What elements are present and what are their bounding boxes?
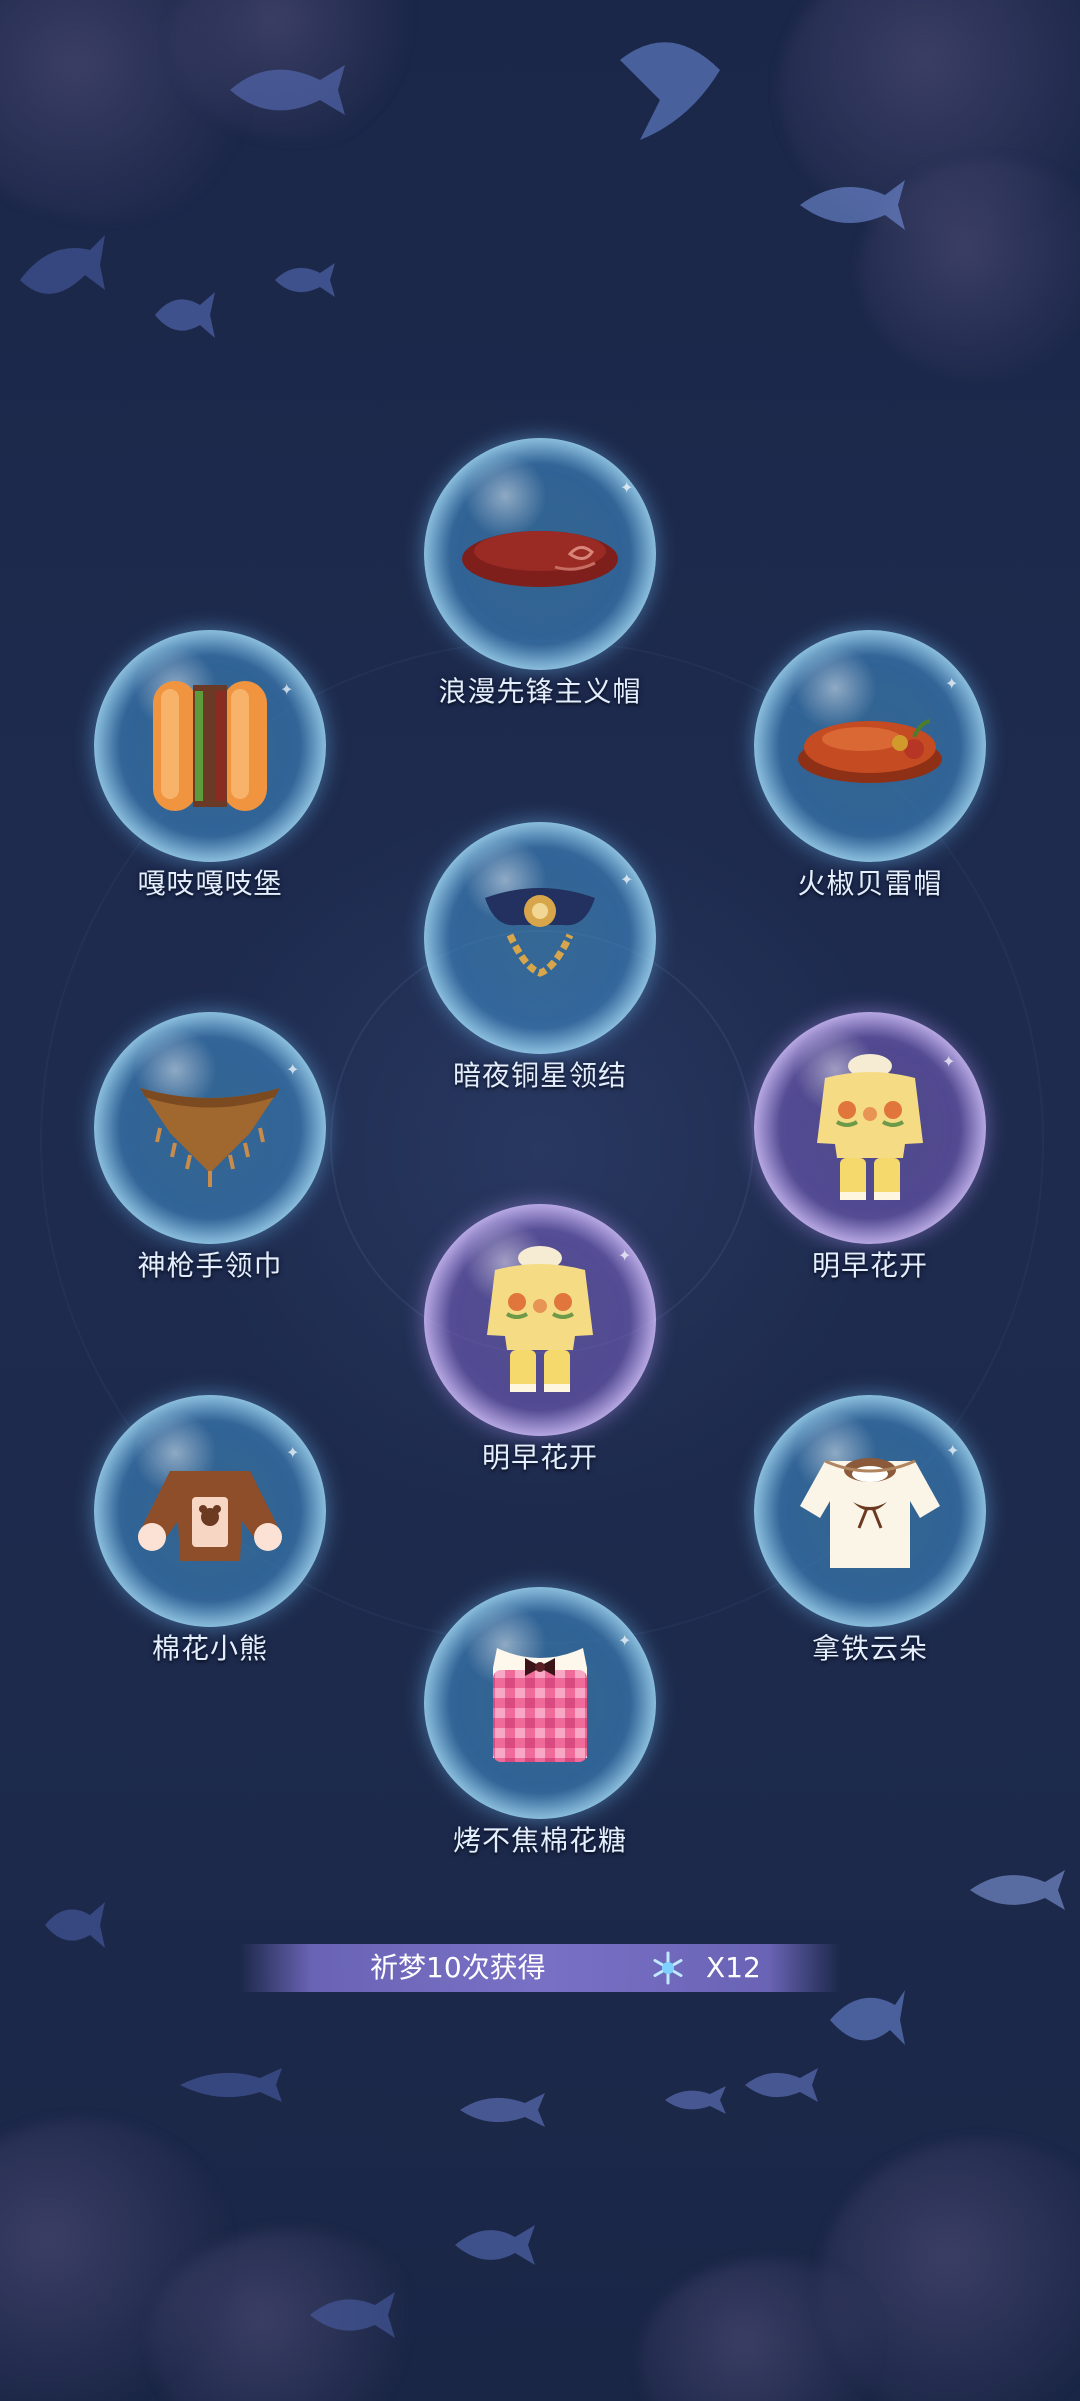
plaid-dress-icon	[424, 1587, 656, 1819]
reward-item[interactable]: ✦ 暗夜铜星领结	[420, 822, 660, 1102]
fish-decoration	[745, 2068, 818, 2102]
fish-decoration	[800, 180, 905, 230]
reward-item[interactable]: ✦ 嘎吱嘎吱堡	[90, 630, 330, 910]
fish-decoration	[180, 2068, 282, 2102]
latte-blouse-icon	[754, 1395, 986, 1627]
item-name-label: 拿铁云朵	[811, 1632, 928, 1665]
hotdog-burger-icon	[94, 630, 326, 862]
bear-jacket-icon	[94, 1395, 326, 1627]
reward-count-text: X12	[706, 1951, 761, 1984]
fish-decoration	[275, 263, 335, 297]
fish-decoration	[620, 42, 720, 140]
game-background: ✦ 浪漫先锋主义帽 ✦ 嘎吱嘎吱堡 ✦ 火椒贝雷帽 ✦ 暗夜铜星领结 ✦ 神枪手…	[0, 0, 1080, 2401]
fish-decoration	[455, 2225, 535, 2265]
item-name-label: 烤不焦棉花糖	[452, 1824, 627, 1857]
fish-decoration	[155, 292, 215, 338]
item-name-label: 浪漫先锋主义帽	[438, 675, 642, 708]
item-name-label: 明早花开	[811, 1249, 928, 1282]
item-name-label: 明早花开	[481, 1441, 598, 1474]
fish-decoration	[20, 235, 105, 294]
reward-item[interactable]: ✦ 明早花开	[420, 1204, 660, 1484]
reward-item[interactable]: ✦ 火椒贝雷帽	[750, 630, 990, 910]
fish-decoration	[460, 2093, 545, 2127]
reward-item[interactable]: ✦ 明早花开	[750, 1012, 990, 1292]
fish-decoration	[230, 65, 345, 115]
flower-outfit-icon	[424, 1204, 656, 1436]
snowflake-currency-icon	[653, 1951, 683, 1985]
reward-item[interactable]: ✦ 棉花小熊	[90, 1395, 330, 1675]
item-name-label: 暗夜铜星领结	[452, 1059, 627, 1092]
reward-condition-text: 祈梦10次获得	[370, 1951, 546, 1984]
item-name-label: 火椒贝雷帽	[797, 867, 943, 900]
fish-decoration	[665, 2086, 726, 2114]
item-name-label: 嘎吱嘎吱堡	[137, 867, 283, 900]
fish-decoration	[970, 1870, 1065, 1910]
flower-outfit-icon	[754, 1012, 986, 1244]
reward-item[interactable]: ✦ 拿铁云朵	[750, 1395, 990, 1675]
fish-decoration	[310, 2292, 395, 2338]
item-name-label: 神枪手领巾	[137, 1249, 283, 1282]
reward-item[interactable]: ✦ 神枪手领巾	[90, 1012, 330, 1292]
reward-item[interactable]: ✦ 烤不焦棉花糖	[420, 1587, 660, 1867]
bow-tie-icon	[424, 822, 656, 1054]
reward-item[interactable]: ✦ 浪漫先锋主义帽	[420, 438, 660, 718]
red-beret-hat-icon	[424, 438, 656, 670]
item-name-label: 棉花小熊	[151, 1632, 268, 1665]
fish-decoration	[45, 1902, 105, 1948]
chili-beret-icon	[754, 630, 986, 862]
scarf-icon	[94, 1012, 326, 1244]
